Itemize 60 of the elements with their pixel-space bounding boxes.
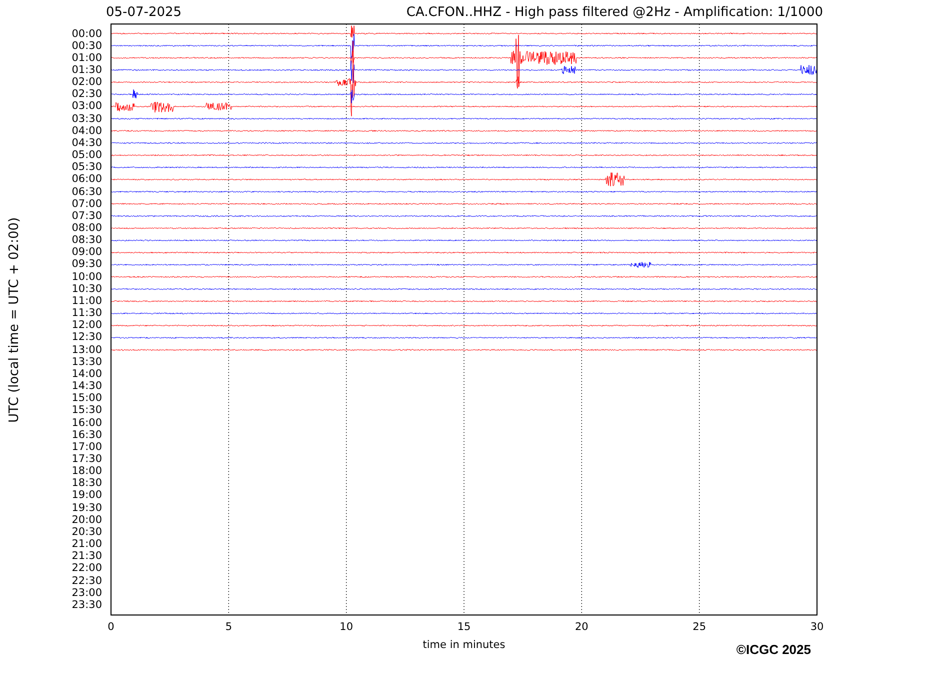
y-tick-label: 23:30 (72, 598, 102, 611)
y-tick-label: 23:00 (72, 586, 102, 599)
y-tick-label: 17:30 (72, 452, 102, 465)
y-tick-label: 09:00 (72, 246, 102, 258)
y-tick-label: 16:00 (72, 416, 102, 428)
y-tick-label: 10:00 (72, 270, 102, 283)
y-tick-label: 13:30 (72, 356, 102, 368)
y-tick-label: 15:00 (72, 392, 102, 404)
y-tick-label: 11:00 (72, 294, 102, 307)
y-tick-label: 04:00 (72, 124, 102, 137)
y-tick-label: 04:30 (72, 136, 102, 149)
x-tick-label: 5 (225, 621, 232, 633)
x-tick-label: 30 (810, 621, 824, 633)
y-tick-label: 05:30 (72, 161, 102, 174)
y-tick-label: 10:30 (72, 282, 102, 295)
y-tick-label: 14:00 (72, 368, 102, 380)
x-tick-label: 0 (108, 621, 114, 633)
y-tick-label: 06:00 (72, 173, 102, 186)
y-tick-label: 08:30 (72, 234, 102, 246)
y-tick-label: 22:00 (72, 562, 102, 574)
y-tick-label: 05:00 (72, 149, 102, 162)
y-tick-label: 12:00 (72, 319, 102, 332)
y-tick-label: 00:00 (72, 28, 102, 40)
y-tick-label: 18:00 (72, 465, 102, 478)
y-tick-label: 02:00 (72, 76, 102, 88)
y-tick-label: 09:30 (72, 258, 102, 270)
y-tick-label: 12:30 (72, 331, 102, 344)
y-tick-label: 19:00 (72, 489, 102, 502)
x-tick-label: 10 (340, 621, 354, 633)
x-tick-label: 15 (457, 621, 471, 633)
y-tick-label: 21:30 (72, 550, 102, 562)
y-tick-label: 13:00 (72, 344, 102, 356)
y-tick-label: 17:00 (72, 440, 102, 453)
y-tick-label: 11:30 (72, 307, 102, 320)
y-axis-label: UTC (local time = UTC + 02:00) (8, 216, 22, 422)
y-tick-label: 03:30 (72, 112, 102, 125)
y-tick-label: 02:30 (72, 88, 102, 100)
y-tick-label: 20:00 (72, 514, 102, 526)
x-tick-label: 20 (574, 621, 588, 633)
y-tick-label: 07:00 (72, 198, 102, 210)
y-tick-label: 06:30 (72, 186, 102, 198)
chart-title: CA.CFON..HHZ - High pass filtered @2Hz - Amplification: 1/1000 (406, 5, 823, 22)
y-tick-label: 19:30 (72, 502, 102, 514)
y-tick-label: 01:30 (72, 64, 102, 76)
y-tick-label: 01:00 (72, 52, 102, 64)
y-tick-label: 16:30 (72, 428, 102, 441)
y-tick-label: 03:00 (72, 100, 102, 112)
y-tick-label: 18:30 (72, 477, 102, 490)
y-tick-label: 00:30 (72, 40, 102, 52)
y-tick-label: 21:00 (72, 538, 102, 550)
y-tick-label: 14:30 (72, 380, 102, 392)
y-tick-label: 08:00 (72, 222, 102, 234)
x-tick-label: 25 (692, 621, 706, 633)
y-tick-label: 07:30 (72, 210, 102, 222)
y-tick-label: 20:30 (72, 526, 102, 538)
x-axis-label: time in minutes (422, 639, 506, 651)
y-tick-label: 15:30 (72, 404, 102, 416)
y-tick-label: 22:30 (72, 574, 102, 587)
date-label: 05-07-2025 (106, 5, 182, 22)
copyright-text: ©ICGC 2025 (736, 642, 811, 657)
